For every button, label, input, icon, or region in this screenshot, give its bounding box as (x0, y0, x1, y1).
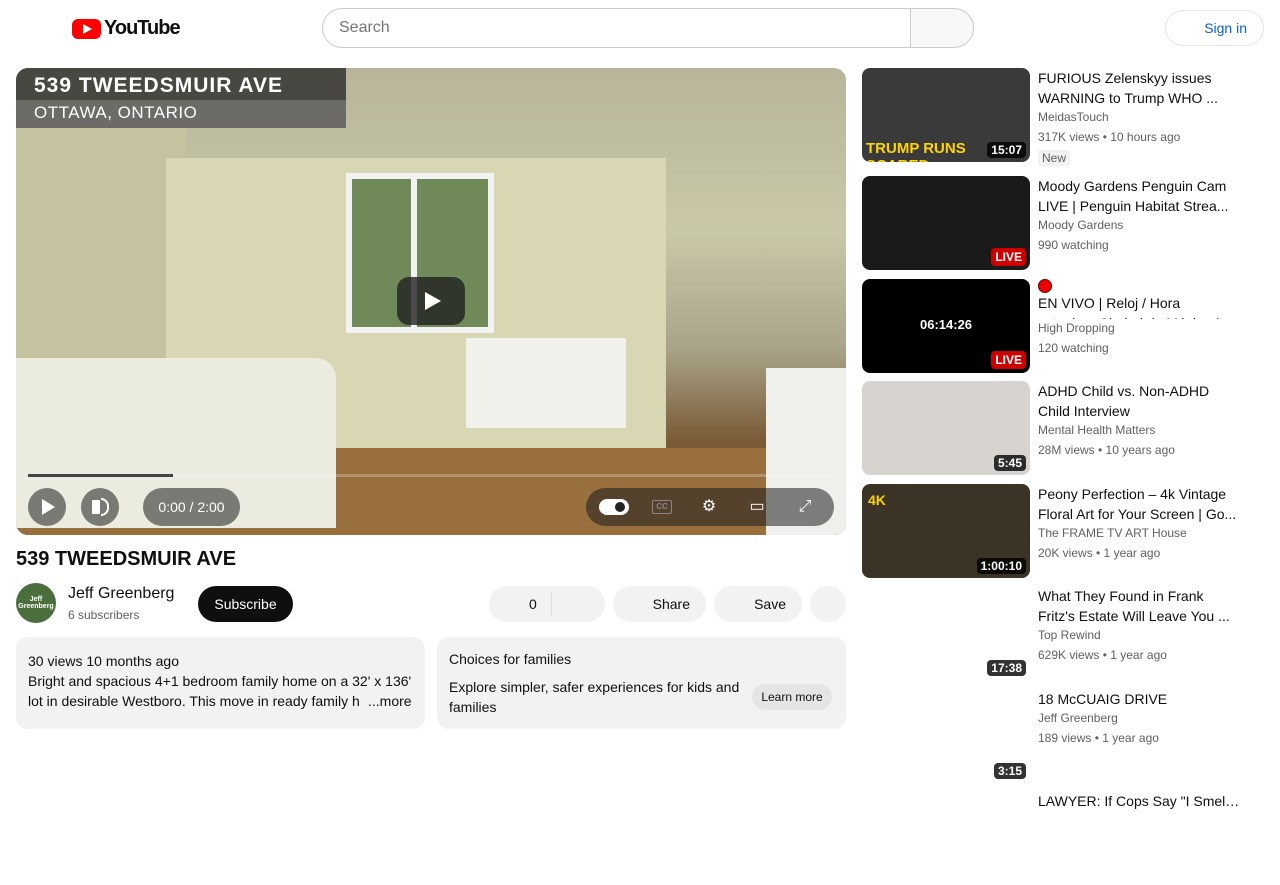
description-meta: 30 views 10 months ago (28, 653, 179, 669)
recommendation-thumbnail[interactable]: 3:15 (862, 689, 1030, 783)
top-bar: YouTube Sign in (0, 0, 1280, 56)
recommendation-title[interactable]: 18 McCUAIG DRIVE (1038, 689, 1240, 709)
recommendation-title[interactable]: ADHD Child vs. Non-ADHD Child Interview (1038, 381, 1240, 421)
youtube-play-icon (72, 18, 101, 39)
big-play-icon[interactable] (397, 277, 465, 325)
new-badge: New (1038, 150, 1071, 166)
overlay-city: OTTAWA, ONTARIO (16, 100, 346, 128)
youtube-logo[interactable]: YouTube (72, 17, 181, 40)
families-title: Choices for families (449, 651, 572, 667)
like-dislike-group[interactable]: 0 (489, 586, 605, 622)
description-more-link[interactable]: ...more (364, 691, 412, 711)
recommendation-thumbnail[interactable]: 17:38 (862, 586, 1030, 680)
recommendation-title[interactable]: FURIOUS Zelenskyy issues WARNING to Trump… (1038, 68, 1240, 108)
recommendation-title[interactable]: What They Found in Frank Fritz's Estate W… (1038, 586, 1240, 626)
duration-badge: 3:15 (993, 763, 1026, 779)
recommendation-meta: 629K views • 1 year ago (1038, 648, 1167, 662)
recommendation-channel[interactable]: MeidasTouch (1038, 110, 1109, 124)
description-text: Bright and spacious 4+1 bedroom family h… (28, 673, 412, 709)
video-title-overlay: 539 TWEEDSMUIR AVE OTTAWA, ONTARIO (16, 68, 346, 128)
recommendation-channel[interactable]: Jeff Greenberg (1038, 711, 1118, 725)
recommendation-title[interactable]: Peony Perfection – 4k Vintage Floral Art … (1038, 484, 1240, 524)
right-controls: CC ⚙ ▭ ⤢ (586, 488, 834, 526)
recommendation-meta: 120 watching (1038, 341, 1109, 355)
recommendation-thumbnail[interactable]: 4K 1:00:10 (862, 484, 1030, 578)
logo-text: YouTube (104, 17, 181, 39)
recommendation-thumbnail[interactable] (862, 791, 1030, 885)
recommendation-channel[interactable]: The FRAME TV ART House (1038, 526, 1187, 540)
play-icon (42, 499, 55, 515)
recommendation-title[interactable]: EN VIVO | Reloj / Horaactual en Ciudad d… (1038, 279, 1240, 319)
learn-more-button[interactable]: Learn more (752, 684, 832, 710)
progress-bar[interactable] (28, 474, 834, 477)
overlay-address: 539 TWEEDSMUIR AVE (34, 74, 284, 97)
volume-icon (92, 500, 100, 514)
sign-in-button[interactable]: Sign in (1165, 10, 1264, 46)
theater-mode-icon[interactable]: ▭ (747, 497, 767, 517)
recommendation-channel[interactable]: Mental Health Matters (1038, 423, 1155, 437)
fullscreen-icon[interactable]: ⤢ (795, 497, 815, 517)
recommendation-title[interactable]: Moody Gardens Penguin Cam LIVE | Penguin … (1038, 176, 1240, 216)
subscribe-button[interactable]: Subscribe (198, 586, 293, 622)
live-badge: LIVE (991, 351, 1026, 369)
search-input[interactable] (322, 8, 911, 48)
progress-fill (28, 474, 174, 477)
time-display: 0:00 / 2:00 (143, 488, 240, 526)
recommendation-meta: 20K views • 1 year ago (1038, 546, 1161, 560)
red-circle-icon (1038, 279, 1052, 293)
channel-name[interactable]: Jeff Greenberg (68, 585, 174, 603)
live-badge: LIVE (991, 248, 1026, 266)
autoplay-toggle[interactable] (599, 499, 629, 515)
duration-badge: 5:45 (993, 455, 1026, 471)
recommendation-thumbnail[interactable]: 06:14:26 LIVE (862, 279, 1030, 373)
recommendation-channel[interactable]: Moody Gardens (1038, 218, 1123, 232)
duration-badge: 1:00:10 (976, 558, 1026, 574)
captions-icon[interactable]: CC (652, 500, 672, 514)
volume-button[interactable] (81, 488, 119, 526)
recommendation-meta: 990 watching (1038, 238, 1109, 252)
duration-badge: 15:07 (987, 142, 1026, 158)
channel-avatar[interactable]: Jeff Greenberg (16, 583, 56, 623)
families-card: Choices for families Explore simpler, sa… (437, 637, 846, 729)
more-actions-button[interactable] (810, 586, 846, 622)
thumbnail-text: 06:14:26 (920, 317, 973, 332)
duration-badge: 17:38 (987, 660, 1026, 676)
scene-desk (466, 338, 626, 428)
thumbnail-text: 4K (868, 492, 886, 508)
recommendation-thumbnail[interactable]: TRUMP RUNS SCARED15:07 (862, 68, 1030, 162)
subscriber-count: 6 subscribers (68, 608, 140, 622)
recommendation-title[interactable]: LAWYER: If Cops Say "I Smell... (1038, 791, 1240, 811)
like-count[interactable]: 0 (529, 596, 537, 612)
recommendation-meta: 189 views • 1 year ago (1038, 731, 1159, 745)
search-button[interactable] (910, 8, 974, 48)
recommendation-meta: 317K views • 10 hours ago (1038, 130, 1181, 144)
recommendation-channel[interactable]: Top Rewind (1038, 628, 1101, 642)
recommendation-thumbnail[interactable]: 5:45 (862, 381, 1030, 475)
recommendation-channel[interactable]: High Dropping (1038, 321, 1115, 335)
families-text: Explore simpler, safer experiences for k… (449, 679, 740, 715)
recommendation-meta: 28M views • 10 years ago (1038, 443, 1175, 457)
save-button[interactable]: Save (714, 586, 802, 622)
video-player[interactable]: 539 TWEEDSMUIR AVE OTTAWA, ONTARIO 0:00 … (16, 68, 846, 535)
settings-gear-icon[interactable]: ⚙ (699, 497, 719, 517)
video-title: 539 TWEEDSMUIR AVE (16, 548, 237, 570)
share-button[interactable]: Share (613, 586, 706, 622)
description-box[interactable]: 30 views 10 months ago Bright and spacio… (16, 637, 425, 729)
play-button[interactable] (28, 488, 66, 526)
recommendation-thumbnail[interactable]: LIVE (862, 176, 1030, 270)
